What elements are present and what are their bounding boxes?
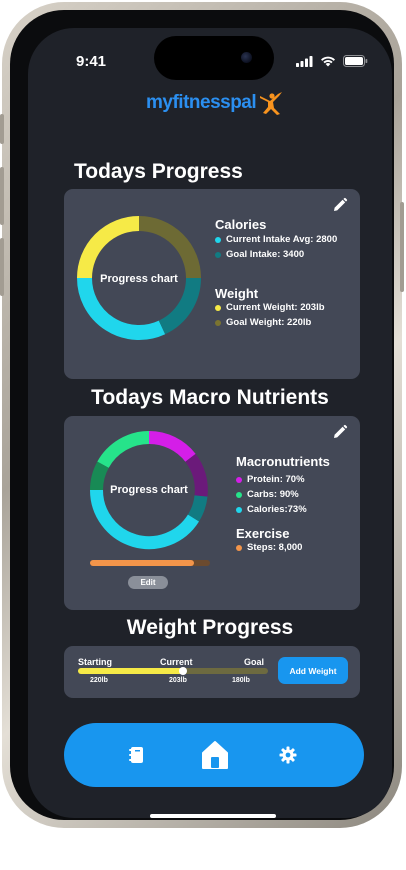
status-time: 9:41 bbox=[76, 53, 107, 70]
todays-progress-title: Todays Progress bbox=[74, 160, 243, 183]
app-screen: 9:41 myfitnesspal Todays Progress Progre… bbox=[28, 28, 392, 818]
app-logo: myfitnesspal bbox=[146, 90, 284, 116]
volume-down-button bbox=[0, 238, 4, 296]
starting-value: 220lb bbox=[90, 677, 108, 684]
legend-dot bbox=[215, 236, 221, 243]
current-label: Current bbox=[160, 657, 193, 667]
legend-steps: Steps: 8,000 bbox=[236, 542, 302, 553]
add-weight-button[interactable]: Add Weight bbox=[278, 657, 348, 684]
goal-label: Goal bbox=[244, 657, 265, 667]
starting-label: Starting bbox=[78, 657, 113, 667]
tab-home[interactable] bbox=[200, 739, 230, 771]
logo-figure-icon bbox=[260, 92, 283, 115]
donut-segment-protein bbox=[148, 430, 196, 463]
legend-dot bbox=[236, 506, 242, 513]
weight-progress-knob[interactable] bbox=[178, 667, 187, 675]
power-button bbox=[400, 202, 404, 292]
home-indicator bbox=[150, 814, 276, 818]
legend-label: Carbs: 90% bbox=[247, 489, 299, 500]
battery-icon bbox=[343, 55, 368, 67]
legend-goal-weight: Goal Weight: 220lb bbox=[215, 317, 311, 328]
wifi-icon bbox=[321, 56, 335, 67]
macro-nutrients-title: Todays Macro Nutrients bbox=[91, 386, 329, 409]
weight-heading: Weight bbox=[215, 286, 259, 301]
macronutrients-heading: Macronutrients bbox=[236, 454, 330, 469]
steps-progress-bar bbox=[90, 560, 210, 566]
legend-calories: Calories:73% bbox=[236, 504, 307, 515]
legend-label: Calories:73% bbox=[247, 504, 307, 515]
phone-bezel: 9:41 myfitnesspal Todays Progress Progre… bbox=[10, 10, 394, 820]
bottom-tab-bar bbox=[64, 723, 364, 787]
signal-icon bbox=[296, 56, 313, 67]
todays-progress-card: Progress chart Calories Current Intake A… bbox=[64, 189, 360, 379]
legend-current-intake: Current Intake Avg: 2800 bbox=[215, 234, 337, 245]
pencil-icon[interactable] bbox=[332, 424, 348, 440]
legend-dot bbox=[215, 319, 221, 326]
legend-label: Current Intake Avg: 2800 bbox=[226, 234, 338, 245]
legend-goal-intake: Goal Intake: 3400 bbox=[215, 249, 304, 260]
weight-progress-bar bbox=[78, 668, 268, 674]
dynamic-island bbox=[154, 36, 274, 80]
calories-heading: Calories bbox=[215, 217, 267, 232]
legend-dot bbox=[215, 251, 221, 258]
exercise-heading: Exercise bbox=[236, 526, 290, 541]
donut-segment-current-intake bbox=[77, 277, 166, 340]
weight-progress-title: Weight Progress bbox=[126, 616, 294, 639]
phone-frame: 9:41 myfitnesspal Todays Progress Progre… bbox=[0, 2, 404, 828]
gear-icon bbox=[279, 746, 297, 764]
tab-settings[interactable] bbox=[274, 741, 302, 769]
legend-carbs: Carbs: 90% bbox=[236, 489, 299, 500]
legend-dot bbox=[236, 544, 242, 551]
legend-label: Goal Weight: 220lb bbox=[226, 317, 312, 328]
donut-segment-goal-weight bbox=[138, 216, 201, 279]
legend-label: Protein: 70% bbox=[247, 474, 305, 485]
tab-diary[interactable] bbox=[122, 741, 150, 769]
logo-text: myfitnesspal bbox=[146, 92, 257, 113]
donut-segment-calories-remaining bbox=[187, 494, 208, 522]
donut-segment-current-weight bbox=[77, 216, 140, 279]
legend-label: Steps: 8,000 bbox=[247, 542, 303, 553]
legend-protein: Protein: 70% bbox=[236, 474, 305, 485]
legend-dot bbox=[215, 304, 221, 311]
pencil-icon[interactable] bbox=[332, 197, 348, 213]
donut-segment-calories bbox=[89, 489, 200, 550]
legend-current-weight: Current Weight: 203lb bbox=[215, 302, 325, 313]
weight-progress-card: Starting Current Goal 220lb 203lb 180lb … bbox=[64, 646, 360, 698]
camera-icon bbox=[241, 52, 252, 63]
weight-progress-fill bbox=[78, 668, 183, 674]
legend-dot bbox=[236, 476, 242, 483]
steps-progress-fill bbox=[90, 560, 195, 566]
volume-up-button bbox=[0, 167, 4, 225]
legend-label: Current Weight: 203lb bbox=[226, 302, 325, 313]
macro-donut-center-label: Progress chart bbox=[110, 484, 188, 496]
donut-segment-carbs bbox=[97, 431, 150, 469]
macro-nutrients-card: Progress chart Macronutrients Protein: 7… bbox=[64, 416, 360, 610]
action-button bbox=[0, 114, 4, 144]
current-value: 203lb bbox=[169, 677, 187, 684]
legend-label: Goal Intake: 3400 bbox=[226, 249, 305, 260]
donut-center-label: Progress chart bbox=[100, 273, 178, 285]
edit-button[interactable]: Edit bbox=[128, 576, 168, 589]
home-icon bbox=[202, 741, 228, 769]
legend-dot bbox=[236, 491, 242, 498]
goal-value: 180lb bbox=[232, 677, 250, 684]
diary-icon bbox=[129, 747, 143, 763]
donut-segment-goal-intake bbox=[158, 277, 201, 335]
status-icons bbox=[296, 55, 368, 67]
